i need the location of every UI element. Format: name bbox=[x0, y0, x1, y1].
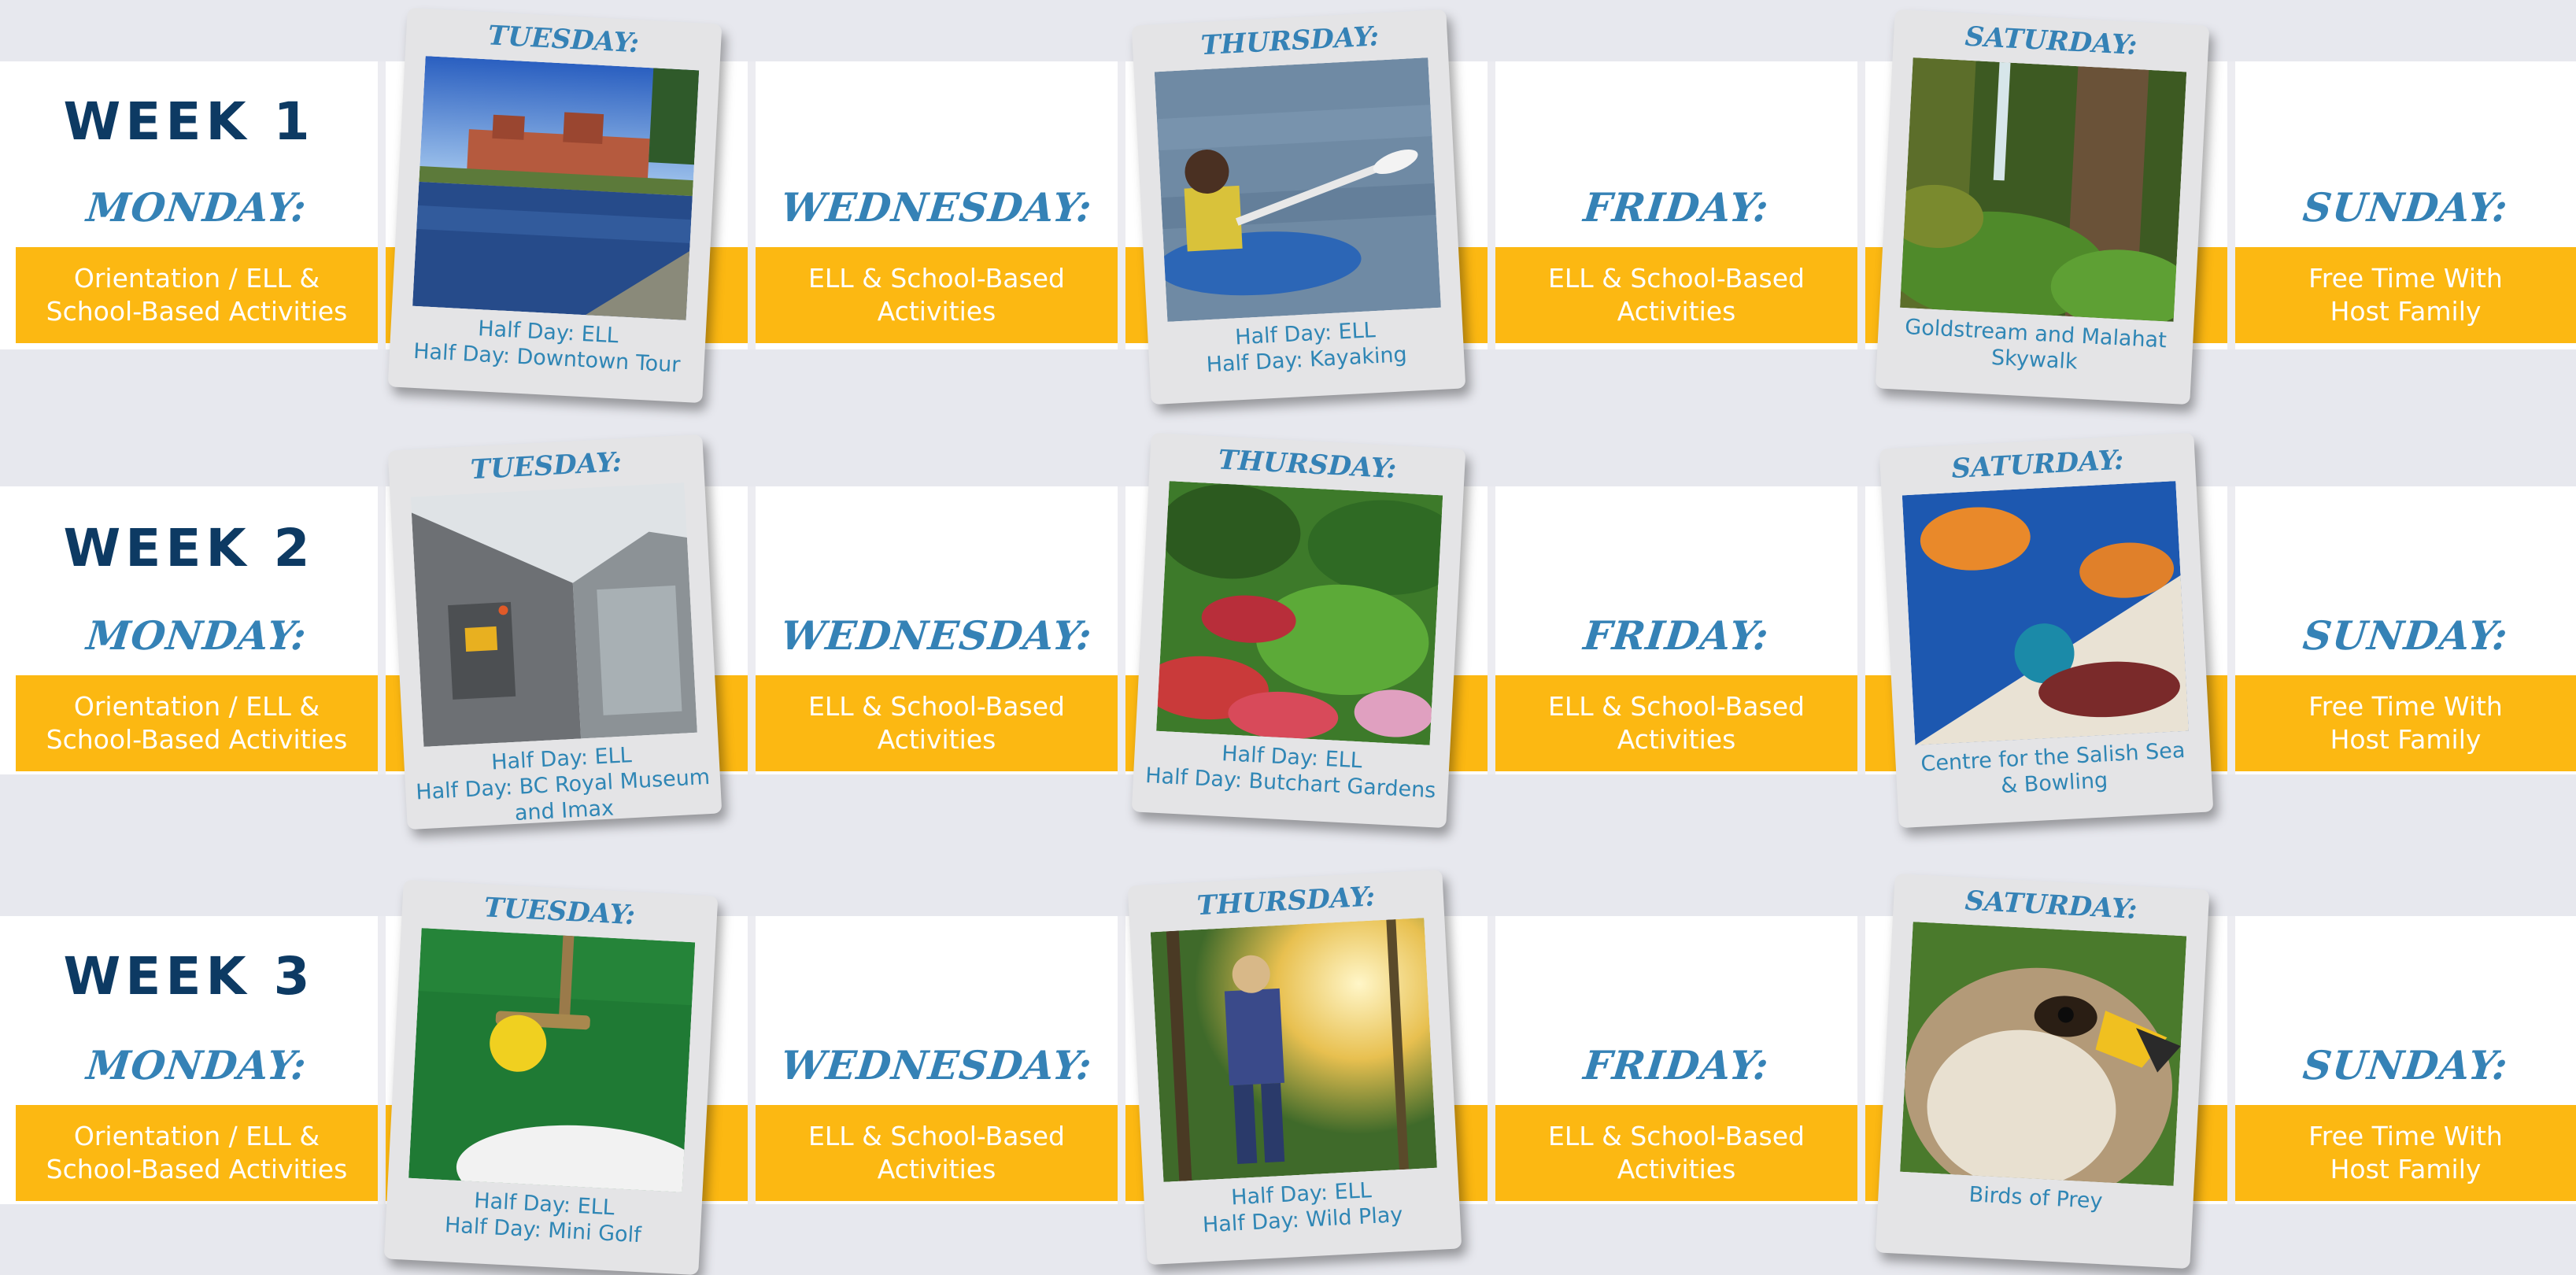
tuesday-label: TUESDAY: bbox=[483, 892, 637, 932]
column-divider bbox=[1118, 486, 1125, 774]
sunday-activity: Free Time With Host Family bbox=[2308, 691, 2503, 755]
column-divider bbox=[2227, 486, 2235, 774]
saturday-label: SATURDAY: bbox=[1964, 885, 2138, 926]
tuesday-label: TUESDAY: bbox=[487, 20, 641, 60]
thursday-caption: Half Day: ELL Half Day: Wild Play bbox=[1202, 1178, 1404, 1238]
sunday-activity: Free Time With Host Family bbox=[2308, 263, 2503, 327]
friday-label: FRIDAY: bbox=[1581, 184, 1772, 231]
sunday-label: SUNDAY: bbox=[2301, 1042, 2511, 1088]
tuesday-card: TUESDAY: Half Day: ELL Half Day: Mini Go… bbox=[383, 879, 719, 1275]
sunday-label: SUNDAY: bbox=[2301, 612, 2511, 659]
wednesday-label: WEDNESDAY: bbox=[778, 184, 1095, 231]
column-divider bbox=[1857, 916, 1865, 1204]
week-title: WEEK 3 bbox=[63, 946, 315, 1007]
saturday-caption: Centre for the Salish Sea & Bowling bbox=[1920, 738, 2186, 799]
column-divider bbox=[2227, 61, 2235, 349]
column-divider bbox=[748, 486, 756, 774]
column-divider bbox=[1857, 486, 1865, 774]
sunday-label: SUNDAY: bbox=[2301, 184, 2511, 231]
wild-play-photo bbox=[1150, 918, 1437, 1182]
column-divider bbox=[378, 916, 386, 1204]
thursday-label: THURSDAY: bbox=[1199, 20, 1380, 62]
thursday-card: THURSDAY: Half Day: ELL Half Day: Kayaki… bbox=[1131, 9, 1466, 405]
wednesday-activity: ELL & School-Based Activities bbox=[808, 691, 1065, 755]
tuesday-card: TUESDAY: Half Day: ELL Half Day: BC Roya… bbox=[387, 434, 723, 830]
monday-label: MONDAY: bbox=[84, 1042, 309, 1088]
column-divider bbox=[1488, 61, 1495, 349]
wednesday-activity: ELL & School-Based Activities bbox=[808, 263, 1065, 327]
column-divider bbox=[748, 916, 756, 1204]
thursday-label: THURSDAY: bbox=[1217, 444, 1398, 486]
thursday-card: THURSDAY: Half Day: ELL Half Day: Wild P… bbox=[1127, 869, 1462, 1266]
monday-activity: Orientation / ELL & School-Based Activit… bbox=[46, 691, 348, 755]
thursday-caption: Half Day: ELL Half Day: Butchart Gardens bbox=[1144, 741, 1437, 804]
jellyfish-bowling-photo bbox=[1902, 481, 2189, 745]
kayaking-photo bbox=[1154, 57, 1441, 322]
tuesday-label: TUESDAY: bbox=[469, 446, 623, 486]
tuesday-caption: Half Day: ELL Half Day: Mini Golf bbox=[444, 1188, 642, 1248]
thursday-caption: Half Day: ELL Half Day: Kayaking bbox=[1205, 318, 1408, 378]
monday-activity: Orientation / ELL & School-Based Activit… bbox=[46, 263, 348, 327]
hawk-photo bbox=[1900, 922, 2187, 1186]
week-title: WEEK 2 bbox=[63, 518, 315, 578]
monday-label: MONDAY: bbox=[84, 612, 309, 659]
saturday-card: SATURDAY: Birds of Prey bbox=[1875, 873, 2210, 1269]
column-divider bbox=[748, 61, 756, 349]
museum-building-photo bbox=[410, 482, 697, 747]
saturday-label: SATURDAY: bbox=[1950, 444, 2125, 485]
column-divider bbox=[1118, 61, 1125, 349]
friday-activity: ELL & School-Based Activities bbox=[1548, 691, 1805, 755]
column-divider bbox=[2227, 916, 2235, 1204]
column-divider bbox=[1118, 916, 1125, 1204]
downtown-harbour-photo bbox=[412, 56, 700, 320]
saturday-card: SATURDAY: Centre for the Salish Sea & Bo… bbox=[1879, 432, 2214, 829]
sunday-activity: Free Time With Host Family bbox=[2308, 1121, 2503, 1184]
monday-activity: Orientation / ELL & School-Based Activit… bbox=[46, 1121, 348, 1184]
tuesday-card: TUESDAY: Half Day: ELL Half Day: Downtow… bbox=[387, 7, 723, 404]
mini-golf-photo bbox=[408, 928, 696, 1192]
wednesday-activity: ELL & School-Based Activities bbox=[808, 1121, 1065, 1184]
gardens-photo bbox=[1156, 481, 1443, 745]
thursday-label: THURSDAY: bbox=[1196, 881, 1377, 922]
friday-label: FRIDAY: bbox=[1581, 1042, 1772, 1088]
saturday-card: SATURDAY: Goldstream and Malahat Skywalk bbox=[1875, 9, 2210, 405]
tuesday-caption: Half Day: ELL Half Day: BC Royal Museum … bbox=[415, 743, 711, 826]
saturday-caption: Goldstream and Malahat Skywalk bbox=[1904, 315, 2168, 375]
friday-label: FRIDAY: bbox=[1581, 612, 1772, 659]
wednesday-label: WEDNESDAY: bbox=[778, 1042, 1095, 1088]
saturday-label: SATURDAY: bbox=[1964, 20, 2138, 61]
column-divider bbox=[1488, 486, 1495, 774]
tuesday-caption: Half Day: ELL Half Day: Downtown Tour bbox=[412, 316, 682, 378]
column-divider bbox=[1857, 61, 1865, 349]
thursday-card: THURSDAY: Half Day: ELL Half Day: Butcha… bbox=[1131, 432, 1466, 829]
wednesday-label: WEDNESDAY: bbox=[778, 612, 1095, 659]
forest-waterfall-photo bbox=[1900, 57, 2187, 322]
week-title: WEEK 1 bbox=[63, 91, 315, 152]
column-divider bbox=[378, 61, 386, 349]
friday-activity: ELL & School-Based Activities bbox=[1548, 1121, 1805, 1184]
column-divider bbox=[378, 486, 386, 774]
monday-label: MONDAY: bbox=[84, 184, 309, 231]
column-divider bbox=[1488, 916, 1495, 1204]
friday-activity: ELL & School-Based Activities bbox=[1548, 263, 1805, 327]
